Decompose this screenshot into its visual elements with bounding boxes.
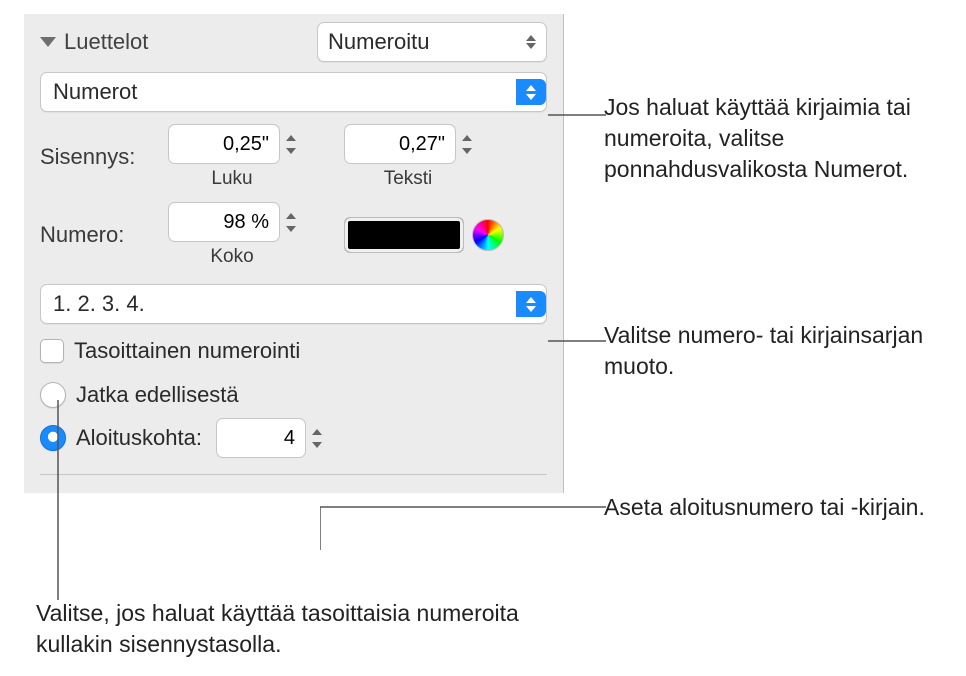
number-size-sublabel: Koko	[210, 246, 253, 268]
start-at-field[interactable]	[216, 418, 306, 458]
list-type-value: Numeroitu	[328, 29, 429, 55]
start-at-radio[interactable]	[40, 425, 66, 451]
divider	[40, 474, 547, 475]
stepper-buttons[interactable]	[286, 213, 296, 232]
callout-tiered: Valitse, jos haluat käyttää tasoittaisia…	[36, 598, 556, 660]
indent-text-sublabel: Teksti	[384, 168, 433, 190]
indent-number-group: Luku	[168, 124, 296, 190]
indent-text-group: Teksti	[344, 124, 472, 190]
indent-row: Sisennys: Luku Teksti	[40, 124, 547, 190]
indent-label: Sisennys:	[40, 144, 158, 170]
stepper-buttons[interactable]	[286, 135, 296, 154]
chevron-down-icon[interactable]	[40, 37, 56, 47]
section-header: Luettelot Numeroitu	[40, 22, 547, 62]
continue-radio[interactable]	[40, 382, 66, 408]
number-style-popup[interactable]: Numerot	[40, 72, 547, 112]
color-picker-icon[interactable]	[472, 219, 504, 251]
popup-arrows-icon	[516, 291, 546, 317]
stepper-buttons[interactable]	[312, 429, 322, 448]
start-at-label: Aloituskohta:	[76, 425, 202, 451]
number-row: Numero: Koko	[40, 202, 547, 268]
number-size-group: Koko	[168, 202, 296, 268]
number-color-group	[344, 217, 504, 253]
callout-sequence-format: Valitse numero- tai kirjainsarjan muoto.	[604, 320, 954, 382]
section-title: Luettelot	[64, 29, 309, 55]
tiered-numbering-row: Tasoittainen numerointi	[40, 338, 547, 364]
inspector-panel: Luettelot Numeroitu Numerot Sisennys: Lu…	[24, 14, 564, 493]
indent-number-field[interactable]	[168, 124, 280, 164]
callout-number-style: Jos haluat käyttää kirjaimia tai numeroi…	[604, 92, 954, 185]
stepper-buttons[interactable]	[462, 135, 472, 154]
number-label: Numero:	[40, 222, 158, 248]
indent-text-field[interactable]	[344, 124, 456, 164]
tiered-numbering-label: Tasoittainen numerointi	[74, 338, 300, 364]
number-size-field[interactable]	[168, 202, 280, 242]
popup-arrows-icon	[526, 35, 536, 49]
sequence-format-popup[interactable]: 1. 2. 3. 4.	[40, 284, 547, 324]
popup-arrows-icon	[516, 79, 546, 105]
number-style-value: Numerot	[51, 79, 137, 105]
color-well[interactable]	[344, 217, 464, 253]
tiered-numbering-checkbox[interactable]	[40, 339, 64, 363]
start-at-row: Aloituskohta:	[40, 418, 547, 458]
callout-start-at: Aseta aloitusnumero tai -kirjain.	[604, 492, 954, 523]
sequence-format-value: 1. 2. 3. 4.	[51, 291, 145, 317]
continue-row: Jatka edellisestä	[40, 382, 547, 408]
list-type-popup[interactable]: Numeroitu	[317, 22, 547, 62]
indent-number-sublabel: Luku	[211, 168, 252, 190]
continue-label: Jatka edellisestä	[76, 382, 239, 408]
